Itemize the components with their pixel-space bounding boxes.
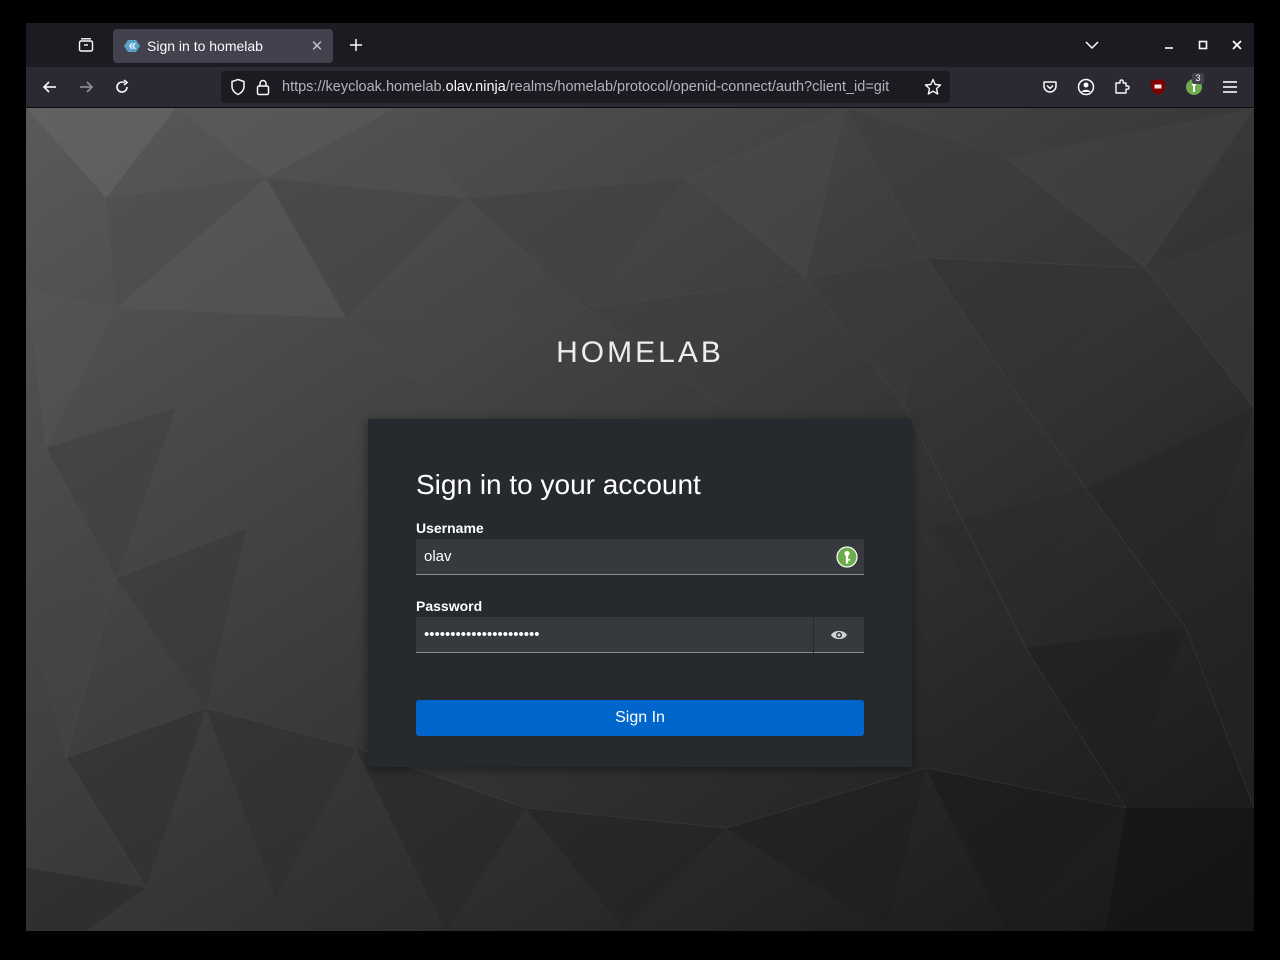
forward-button[interactable]: [74, 75, 98, 99]
plus-icon: [350, 39, 362, 51]
minimize-button[interactable]: [1157, 34, 1181, 56]
tab-close-icon[interactable]: ✕: [305, 34, 329, 58]
chevron-down-icon: [1085, 41, 1099, 50]
page-content: HOMELAB Sign in to your account Username…: [26, 108, 1254, 931]
tab-strip: Sign in to homelab ✕: [26, 23, 1254, 67]
sign-in-button[interactable]: Sign In: [416, 700, 864, 736]
close-window-button[interactable]: [1225, 34, 1249, 56]
shield-icon[interactable]: [229, 78, 247, 96]
keycloak-favicon-icon: [124, 40, 140, 52]
close-icon: [1232, 40, 1242, 50]
firefox-view-button[interactable]: [74, 34, 98, 56]
url-text[interactable]: https://keycloak.homelab.olav.ninja/real…: [282, 71, 918, 103]
maximize-icon: [1198, 40, 1208, 50]
url-path: /realms/homelab/protocol/openid-connect/…: [505, 79, 890, 95]
username-field[interactable]: [416, 539, 864, 575]
reload-button[interactable]: [110, 75, 134, 99]
login-card: Sign in to your account Username Passwor…: [368, 419, 912, 767]
star-icon[interactable]: [924, 78, 942, 96]
password-field[interactable]: [416, 617, 813, 653]
url-prefix: https://keycloak.homelab.: [282, 79, 446, 95]
url-domain: olav.ninja: [445, 79, 506, 95]
account-icon: [1077, 78, 1095, 96]
back-arrow-icon: [42, 81, 56, 93]
list-all-tabs-button[interactable]: [1080, 34, 1104, 56]
keepassxc-badge: 3: [1192, 73, 1204, 84]
page-heading: Sign in to your account: [416, 469, 701, 500]
tab-sign-in[interactable]: Sign in to homelab ✕: [113, 29, 333, 63]
minimize-icon: [1165, 47, 1173, 49]
forward-arrow-icon: [80, 81, 94, 93]
password-label: Password: [416, 598, 483, 614]
lock-icon[interactable]: [255, 78, 271, 96]
navigation-toolbar: https://keycloak.homelab.olav.ninja/real…: [26, 67, 1254, 108]
new-tab-button[interactable]: [344, 34, 368, 56]
url-bar[interactable]: https://keycloak.homelab.olav.ninja/real…: [221, 71, 950, 103]
ublock-origin-button[interactable]: [1146, 75, 1170, 99]
account-button[interactable]: [1074, 75, 1098, 99]
hamburger-menu-icon: [1223, 81, 1237, 93]
ublock-icon: [1151, 79, 1165, 95]
tab-title: Sign in to homelab: [147, 38, 263, 54]
back-button[interactable]: [38, 75, 62, 99]
firefox-view-icon: [78, 38, 94, 52]
keepassxc-fill-icon[interactable]: [836, 546, 858, 568]
username-label: Username: [416, 520, 484, 536]
eye-icon: [831, 630, 847, 639]
app-menu-button[interactable]: [1218, 75, 1242, 99]
url-fade: [893, 71, 919, 103]
extensions-button[interactable]: [1110, 75, 1134, 99]
show-password-button[interactable]: [814, 617, 864, 653]
maximize-button[interactable]: [1191, 34, 1215, 56]
extensions-icon: [1115, 79, 1130, 94]
reload-icon: [116, 79, 129, 93]
pocket-button[interactable]: [1038, 75, 1062, 99]
pocket-icon: [1043, 81, 1057, 93]
realm-title: HOMELAB: [556, 336, 724, 369]
browser-window: Sign in to homelab ✕ https://keycloak.ho…: [26, 23, 1254, 931]
